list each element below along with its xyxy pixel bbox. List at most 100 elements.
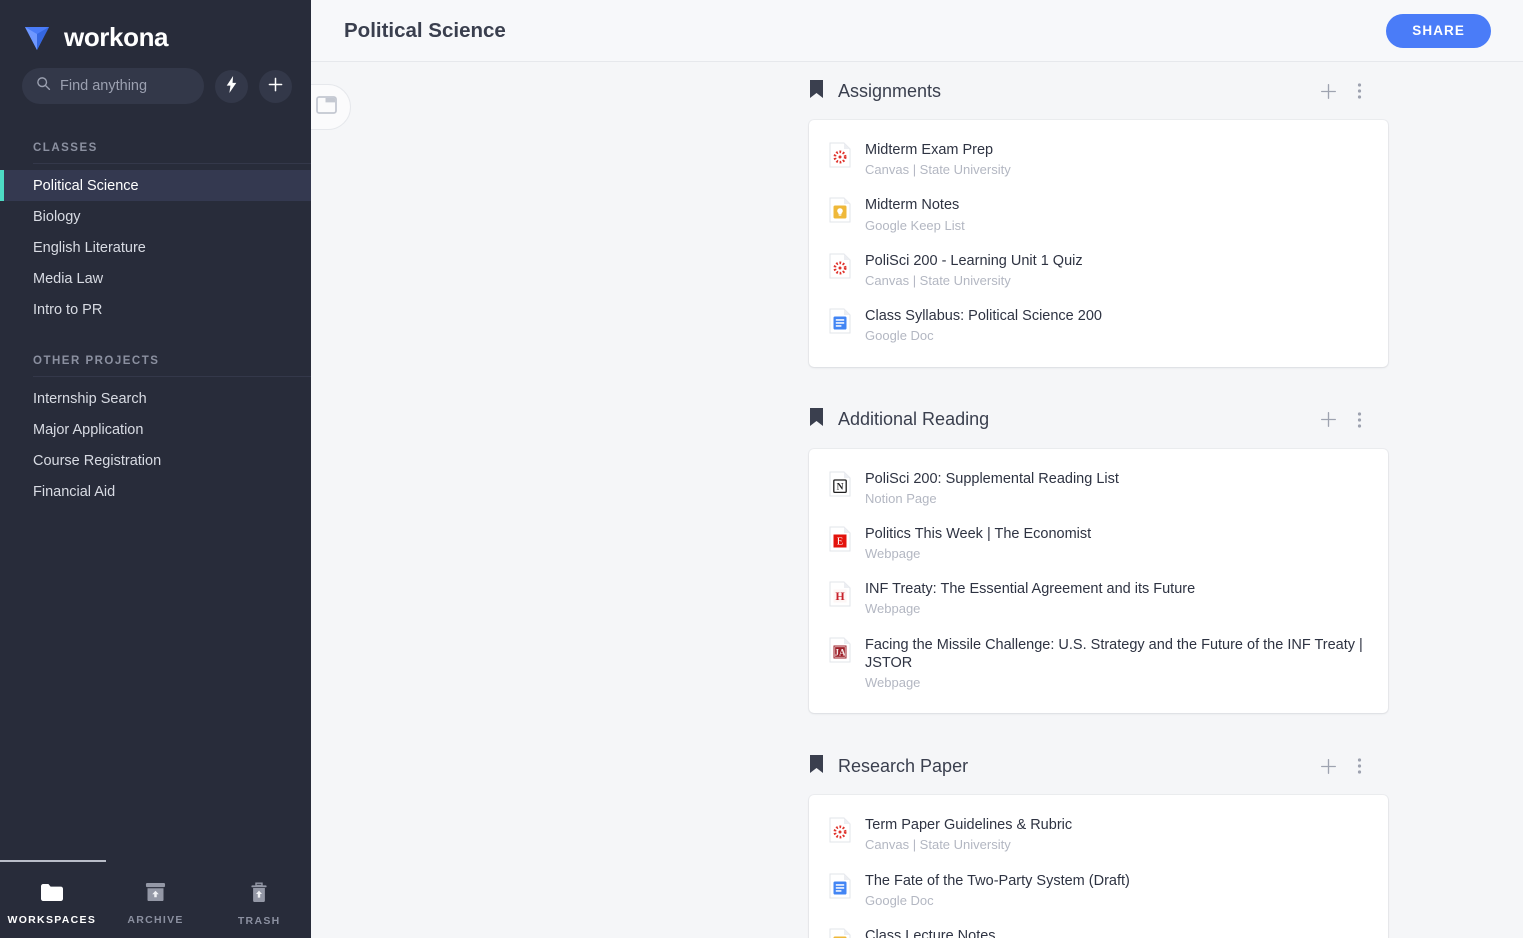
add-resource-button[interactable] — [1320, 758, 1337, 775]
list-item[interactable]: Midterm Notes Google Keep List — [809, 187, 1388, 242]
svg-text:E: E — [837, 536, 843, 547]
workspace-body: Assignments Midterm Exam Prep Canvas | S… — [311, 62, 1523, 938]
section-title: Additional Reading — [838, 409, 990, 429]
section-menu-button[interactable] — [1357, 82, 1362, 100]
sidebar-item-biology[interactable]: Biology — [0, 201, 311, 232]
resource-title: Midterm Exam Prep — [865, 142, 994, 158]
resource-subtitle: Webpage — [865, 546, 921, 561]
workona-triangle-logo-icon — [22, 22, 52, 52]
list-item[interactable]: JA Facing the Missile Challenge: U.S. St… — [809, 627, 1388, 701]
search-icon — [36, 76, 51, 96]
list-item[interactable]: Term Paper Guidelines & Rubric Canvas | … — [809, 807, 1388, 862]
sidebar-item-label: Intro to PR — [33, 301, 103, 318]
resource-title: PoliSci 200: Supplemental Reading List — [865, 470, 1119, 487]
search-input[interactable]: Find anything — [22, 68, 204, 104]
trash-can-icon — [250, 882, 268, 908]
resource-card: N PoliSci 200: Supplemental Reading List… — [809, 448, 1388, 714]
sidebar-item-major-application[interactable]: Major Application — [0, 414, 311, 445]
list-item[interactable]: The Fate of the Two-Party System (Draft)… — [809, 863, 1388, 918]
add-resource-button[interactable] — [1320, 411, 1337, 428]
resource-subtitle: Google Doc — [865, 892, 934, 908]
sidebar-group-label-classes: CLASSES — [33, 142, 98, 154]
resource-subtitle: Google Doc — [865, 328, 934, 344]
resource-title: PoliSci 200 - Learning Unit 1 Quiz — [865, 252, 1083, 269]
resource-title: Class Lecture Notes — [865, 927, 996, 938]
sidebar-item-label: Media Law — [33, 270, 104, 287]
svg-text:N: N — [837, 482, 844, 492]
resource-subtitle: Canvas | State University — [865, 837, 1011, 853]
list-item[interactable]: PoliSci 200 - Learning Unit 1 Quiz Canva… — [809, 243, 1388, 298]
lightning-bolt-icon — [224, 76, 239, 96]
section-menu-button[interactable] — [1357, 757, 1362, 775]
main-content: Political Science SHARE Assignments Midt… — [311, 0, 1523, 938]
bottom-nav-label: WORKSPACES — [7, 913, 97, 926]
list-item[interactable]: H INF Treaty: The Essential Agreement an… — [809, 571, 1388, 626]
sidebar-item-political-science[interactable]: Political Science — [0, 170, 311, 201]
section-title: Research Paper — [838, 755, 969, 776]
sidebar-item-financial-aid[interactable]: Financial Aid — [0, 476, 311, 507]
resource-title: Term Paper Guidelines & Rubric — [865, 817, 1073, 834]
archive-box-icon — [145, 882, 166, 907]
list-item[interactable]: Midterm Exam Prep Canvas | State Univers… — [809, 132, 1388, 187]
notion-icon: N — [829, 471, 851, 497]
resource-title: Politics This Week | The Economist — [865, 525, 1092, 542]
list-item[interactable]: Class Syllabus: Political Science 200 Go… — [809, 298, 1388, 353]
sections-list: Assignments Midterm Exam Prep Canvas | S… — [311, 62, 1523, 938]
sidebar-item-label: Course Registration — [33, 452, 162, 469]
section-assignments: Assignments Midterm Exam Prep Canvas | S… — [311, 62, 1523, 367]
canvas-icon — [829, 142, 851, 168]
sidebar-item-label: Financial Aid — [33, 483, 116, 500]
sidebar-item-internship-search[interactable]: Internship Search — [0, 383, 311, 414]
app-root: workona Find anything CLASSES Political … — [0, 0, 1523, 938]
sidebar-item-english-literature[interactable]: English Literature — [0, 232, 311, 263]
resource-subtitle: Webpage — [865, 674, 921, 690]
bottom-nav-trash[interactable]: TRASH — [207, 870, 311, 938]
add-resource-button[interactable] — [1320, 83, 1337, 100]
resource-title: Class Syllabus: Political Science 200 — [865, 308, 1102, 325]
sidebar-item-course-registration[interactable]: Course Registration — [0, 445, 311, 476]
google-docs-icon — [829, 308, 851, 334]
bottom-nav-workspaces[interactable]: WORKSPACES — [0, 870, 104, 938]
economist-icon: E — [829, 526, 851, 552]
sidebar-item-media-law[interactable]: Media Law — [0, 263, 311, 294]
page-title: Political Science — [344, 18, 506, 42]
jstor-icon: JA — [829, 637, 851, 663]
sidebar-group-label-other-projects: OTHER PROJECTS — [33, 355, 160, 367]
panel-toggle-icon — [316, 95, 337, 119]
sidebar-item-label: Political Science — [33, 177, 139, 194]
sidebar-group-classes: CLASSES Political Science Biology Englis… — [0, 142, 311, 325]
share-button[interactable]: SHARE — [1386, 13, 1491, 48]
resource-title: Facing the Missile Challenge: U.S. Strat… — [865, 636, 1363, 671]
resource-card: Midterm Exam Prep Canvas | State Univers… — [809, 120, 1388, 367]
resource-subtitle: Notion Page — [865, 490, 937, 506]
resource-subtitle: Google Keep List — [865, 217, 965, 233]
google-docs-icon — [829, 873, 851, 899]
bottom-nav-label: ARCHIVE — [127, 914, 184, 926]
page-header: Political Science SHARE — [311, 0, 1523, 62]
resource-subtitle: Canvas | State University — [865, 272, 1011, 288]
sidebar-item-intro-to-pr[interactable]: Intro to PR — [0, 294, 311, 325]
brand-name: workona — [64, 21, 169, 52]
list-item[interactable]: E Politics This Week | The Economist Web… — [809, 516, 1388, 571]
section-research-paper: Research Paper Term Paper Guidelines & R… — [311, 737, 1523, 938]
brand: workona — [0, 0, 311, 58]
search-placeholder: Find anything — [60, 78, 148, 94]
section-menu-button[interactable] — [1357, 411, 1362, 429]
sidebar-search-row: Find anything — [0, 58, 311, 104]
list-item[interactable]: N PoliSci 200: Supplemental Reading List… — [809, 461, 1388, 516]
list-item[interactable]: Class Lecture Notes Google Presentation — [809, 918, 1388, 938]
quick-switch-button[interactable] — [215, 69, 248, 103]
section-header: Research Paper — [809, 737, 1388, 795]
sidebar-bottom-nav: WORKSPACES ARCHIVE TRASH — [0, 860, 311, 938]
new-workspace-button[interactable] — [259, 69, 292, 103]
bottom-nav-archive[interactable]: ARCHIVE — [104, 870, 208, 938]
canvas-icon — [829, 817, 851, 843]
bookmark-icon — [809, 79, 824, 104]
folder-icon — [40, 883, 64, 907]
resource-title: Midterm Notes — [865, 197, 960, 214]
sidebar-item-label: Internship Search — [33, 390, 147, 407]
section-title: Assignments — [838, 80, 942, 101]
resource-card: Term Paper Guidelines & Rubric Canvas | … — [809, 795, 1388, 938]
